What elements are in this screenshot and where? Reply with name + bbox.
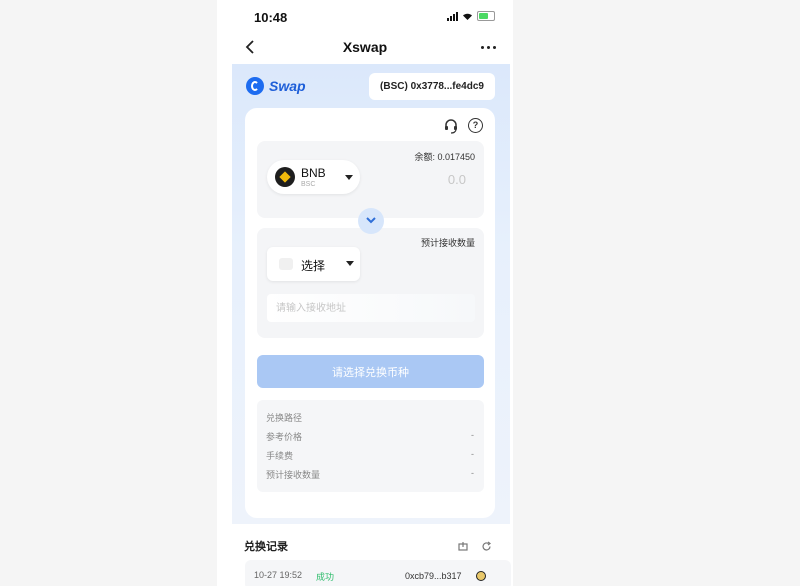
signal-icon (447, 11, 458, 21)
history-time: 10-27 19:52 (254, 570, 303, 580)
info-label: 预计接收数量 (266, 470, 321, 480)
to-token-label: 选择 (301, 259, 326, 273)
battery-icon (477, 11, 495, 21)
info-row-price: 参考价格 - (266, 430, 474, 444)
refresh-icon[interactable] (481, 541, 492, 552)
history-hash: 0xcb79...b317 (405, 571, 462, 581)
history-title: 兑换记录 (244, 541, 288, 553)
filter-icon[interactable] (458, 541, 468, 551)
switch-direction-button[interactable] (358, 208, 384, 234)
wifi-icon (463, 13, 472, 20)
history-status: 成功 (316, 572, 335, 582)
info-value: - (471, 449, 474, 459)
estimate-label: 预计接收数量 (420, 238, 475, 248)
phone-screen: 10:48 Xswap Swap (BSC) 0x3778...fe4dc9 ?… (217, 0, 513, 586)
swap-action-button[interactable]: 请选择兑换币种 (257, 355, 484, 388)
avatar (476, 571, 486, 581)
chevron-down-icon (346, 261, 354, 266)
from-amount-input[interactable]: 0.0 (387, 172, 466, 187)
page-title: Xswap (342, 39, 388, 55)
history-row[interactable]: 10-27 19:52 成功 0xcb79...b317 (245, 560, 511, 586)
bnb-icon (275, 167, 295, 187)
status-icons (447, 11, 495, 21)
from-token-chain: BSC (301, 181, 316, 188)
info-row-estimate: 预计接收数量 - (266, 468, 474, 482)
support-icon[interactable] (443, 118, 459, 134)
help-icon[interactable]: ? (468, 118, 483, 133)
info-row-fee: 手续费 - (266, 449, 474, 463)
swap-logo-icon (246, 77, 264, 95)
balance-label: 余额: 0.017450 (414, 152, 475, 162)
to-token-select[interactable]: 选择 (267, 247, 360, 281)
wallet-address-button[interactable]: (BSC) 0x3778...fe4dc9 (369, 73, 495, 100)
info-label: 参考价格 (266, 432, 303, 442)
info-value: - (471, 468, 474, 478)
info-label: 手续费 (266, 451, 294, 461)
status-bar: 10:48 (217, 0, 513, 34)
chevron-down-icon (345, 175, 353, 180)
token-placeholder-icon (279, 258, 293, 270)
nav-bar: Xswap (217, 34, 513, 62)
more-icon[interactable] (481, 46, 496, 49)
switch-arrow-icon (366, 217, 376, 224)
receive-address-input[interactable] (267, 294, 475, 322)
from-token-select[interactable]: BNB BSC (267, 160, 360, 194)
status-time: 10:48 (254, 10, 288, 25)
info-value: - (471, 430, 474, 440)
brand: Swap (246, 77, 306, 95)
from-token-name: BNB (301, 166, 326, 180)
info-row-route: 兑换路径 (266, 411, 474, 425)
brand-name: Swap (269, 78, 306, 94)
info-label: 兑换路径 (266, 413, 303, 423)
